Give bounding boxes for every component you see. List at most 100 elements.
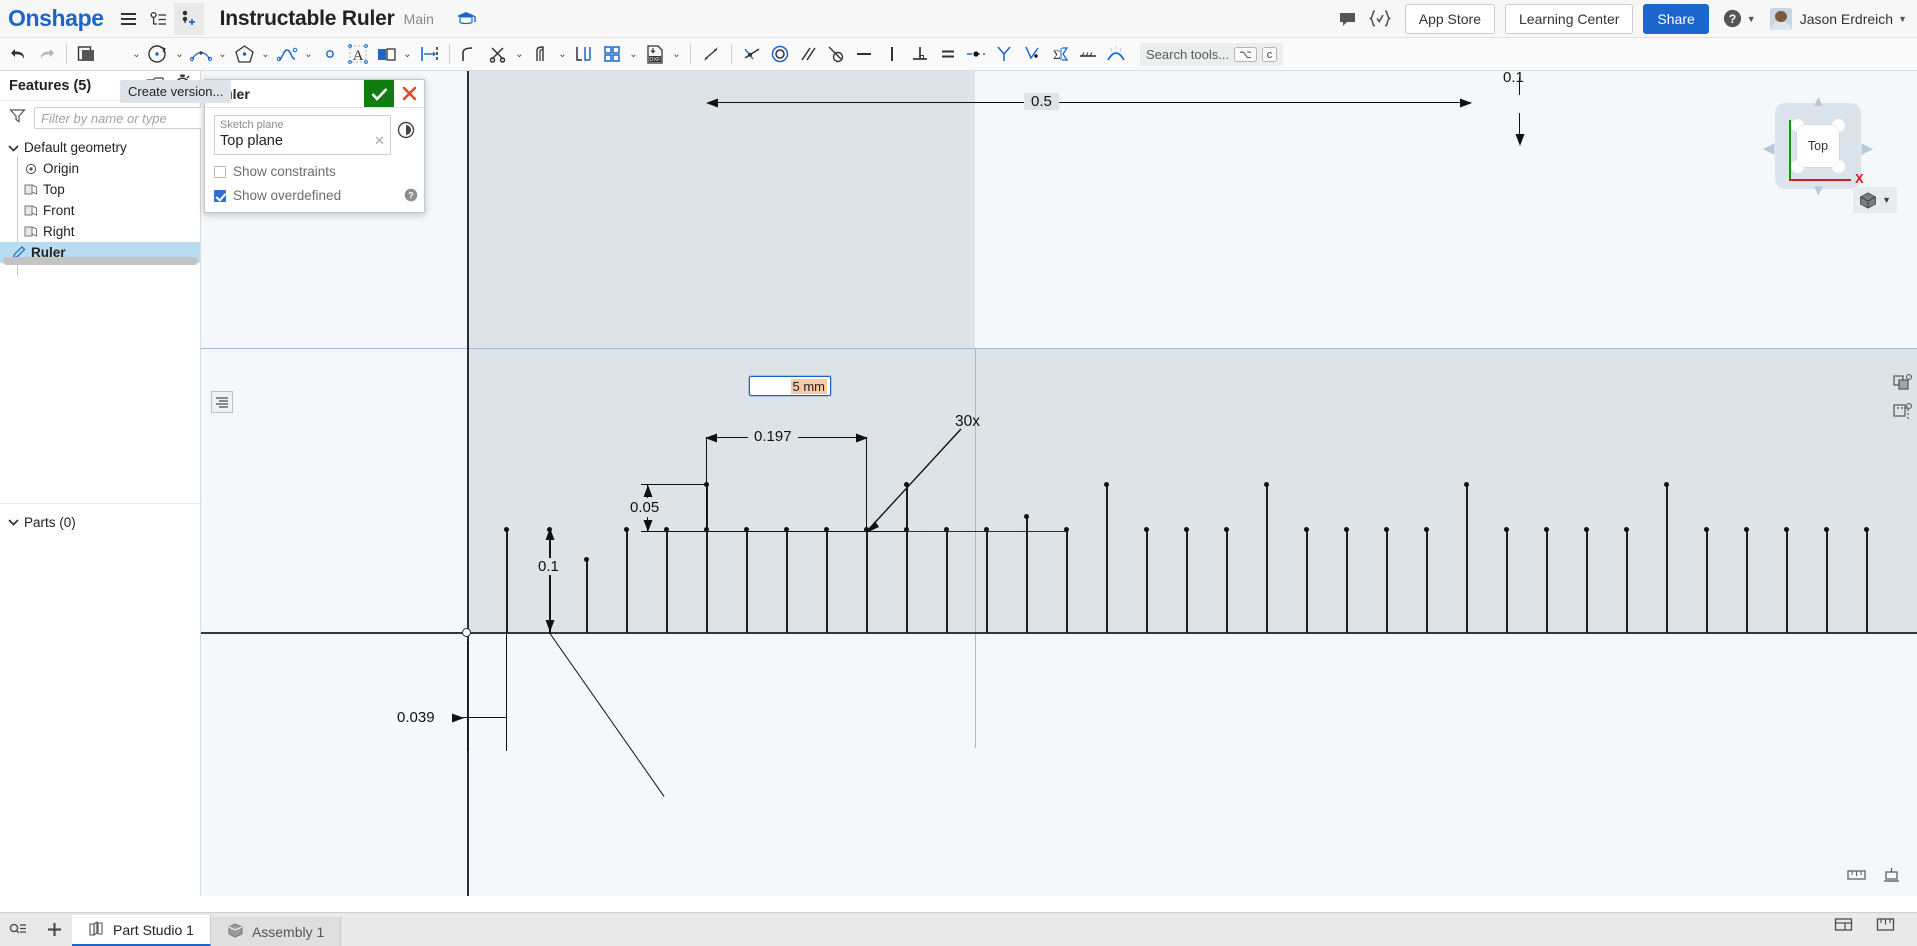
view-rotate-up-arrow[interactable]: ▲	[1811, 93, 1826, 110]
trim-icon[interactable]	[484, 41, 512, 68]
fillet-icon[interactable]	[456, 41, 484, 68]
symmetric-icon[interactable]	[990, 41, 1018, 68]
revolve-icon[interactable]	[144, 41, 172, 68]
hamburger-icon[interactable]	[114, 3, 144, 35]
chevron-down-icon[interactable]: ⌄	[555, 41, 570, 68]
transform-icon[interactable]	[415, 41, 443, 68]
sketch-plane-field[interactable]: Sketch plane Top plane ✕	[214, 115, 391, 155]
chevron-down-icon[interactable]: ⌄	[512, 41, 527, 68]
tab-filter-icon[interactable]	[0, 912, 36, 946]
search-tools-box[interactable]: Search tools... ⌥ c	[1140, 42, 1284, 66]
pattern-count-label[interactable]: 30x	[955, 413, 980, 431]
parallel-icon[interactable]	[794, 41, 822, 68]
normal-icon[interactable]	[1074, 41, 1102, 68]
graduation-cap-icon[interactable]	[456, 11, 477, 27]
search-input[interactable]	[34, 107, 226, 129]
sketch-entities-icon[interactable]	[211, 391, 233, 413]
tree-item-front[interactable]: Front	[0, 200, 200, 221]
redo-icon[interactable]	[32, 41, 60, 68]
chevron-down-icon[interactable]	[6, 518, 20, 526]
perpendicular-icon[interactable]	[906, 41, 934, 68]
clear-x-icon[interactable]: ✕	[374, 133, 385, 149]
dialog-cancel-button[interactable]	[394, 80, 424, 107]
view-cube[interactable]: Top X ◀ ▶ ▲ ▼	[1763, 93, 1873, 199]
show-constraints-checkbox[interactable]: Show constraints	[214, 164, 415, 179]
checkbox-box[interactable]	[214, 189, 226, 202]
dim-0197-label[interactable]: 0.197	[748, 428, 798, 445]
tree-item-origin[interactable]: Origin	[0, 158, 200, 179]
sweep-icon[interactable]	[187, 41, 215, 68]
chevron-down-icon[interactable]: ⌄	[258, 41, 273, 68]
dim-01v-label[interactable]: 0.1	[535, 558, 562, 575]
onshape-logo[interactable]: Onshape	[8, 5, 104, 32]
concentric-icon[interactable]	[766, 41, 794, 68]
dialog-accept-button[interactable]	[364, 80, 394, 107]
sketch-origin-point[interactable]	[462, 628, 471, 637]
sketch-dialog[interactable]: Ruler Sketch plane Top plane ✕ Show cons…	[204, 79, 425, 213]
chevron-down-icon[interactable]: ⌄	[669, 41, 684, 68]
midpoint-icon[interactable]	[962, 41, 990, 68]
point-icon[interactable]	[316, 41, 344, 68]
featurescript-icon[interactable]	[1365, 3, 1395, 35]
chevron-down-icon[interactable]: ⌄	[626, 41, 641, 68]
text-icon[interactable]: A	[344, 41, 372, 68]
dimension-value-input[interactable]: 5 mm	[749, 376, 831, 396]
tangent-icon[interactable]	[822, 41, 850, 68]
tab-part-studio-1[interactable]: Part Studio 1	[72, 915, 211, 946]
clock-history-icon[interactable]	[391, 115, 415, 139]
units-icon[interactable]	[1867, 908, 1903, 942]
chevron-down-icon[interactable]: ⌄	[129, 41, 144, 68]
help-menu[interactable]: ? ▼	[1723, 9, 1756, 28]
app-store-button[interactable]: App Store	[1404, 3, 1495, 34]
dim-01-top-label[interactable]: 0.1	[1503, 71, 1524, 86]
pattern-icon[interactable]	[598, 41, 626, 68]
funnel-icon[interactable]	[9, 108, 26, 128]
tree-item-right[interactable]: Right	[0, 221, 200, 242]
add-tab-icon[interactable]	[36, 912, 72, 946]
mirror-icon[interactable]	[372, 41, 400, 68]
document-tree-icon[interactable]	[144, 3, 174, 35]
horizontal-icon[interactable]	[850, 41, 878, 68]
chevron-down-icon[interactable]: ⌄	[172, 41, 187, 68]
share-button[interactable]: Share	[1643, 3, 1709, 34]
mass-properties-icon[interactable]	[1880, 863, 1903, 886]
dimension-icon[interactable]	[697, 41, 725, 68]
show-overdefined-checkbox[interactable]: Show overdefined	[214, 188, 415, 203]
loft-icon[interactable]	[230, 41, 258, 68]
use-icon[interactable]	[570, 41, 598, 68]
dxf-import-icon[interactable]: DXF	[641, 41, 669, 68]
spline-icon[interactable]	[273, 41, 301, 68]
undo-icon[interactable]	[4, 41, 32, 68]
offset-icon[interactable]	[527, 41, 555, 68]
help-circle-icon[interactable]: ?	[404, 188, 418, 207]
tree-item-default-geometry[interactable]: Default geometry	[0, 137, 200, 158]
comment-icon[interactable]	[1333, 3, 1363, 35]
coincident-icon[interactable]	[738, 41, 766, 68]
tree-item-top[interactable]: Top	[0, 179, 200, 200]
measure-icon[interactable]	[1845, 863, 1868, 886]
comments-panel-icon[interactable]	[1825, 908, 1861, 942]
view-cube-face-top[interactable]: Top	[1797, 125, 1839, 167]
chevron-down-icon[interactable]: ⌄	[215, 41, 230, 68]
curvature-icon[interactable]	[1018, 41, 1046, 68]
instance-icon[interactable]	[1890, 371, 1913, 394]
checkbox-box[interactable]	[214, 165, 226, 178]
section-icon[interactable]	[1890, 400, 1913, 423]
chevron-down-icon[interactable]: ⌄	[400, 41, 415, 68]
tab-assembly-1[interactable]: Assembly 1	[210, 917, 342, 946]
chevron-down-icon[interactable]	[6, 144, 20, 152]
new-sketch-icon[interactable]	[73, 41, 101, 68]
dim-0-5-label[interactable]: 0.5	[1024, 93, 1059, 110]
view-rotate-right-arrow[interactable]: ▶	[1861, 139, 1873, 157]
version-graph-icon[interactable]	[173, 2, 204, 35]
user-menu[interactable]: Jason Erdreich ▼	[1769, 7, 1907, 30]
dim-005-label[interactable]: 0.05	[626, 498, 664, 517]
parts-section[interactable]: Parts (0)	[0, 511, 201, 533]
dim-0039-label[interactable]: 0.039	[397, 709, 435, 726]
tree-scrollbar[interactable]	[3, 257, 198, 265]
learning-center-button[interactable]: Learning Center	[1505, 3, 1634, 34]
display-style-dropdown[interactable]: ▼	[1853, 187, 1897, 213]
construction-icon[interactable]: Σ	[1046, 41, 1074, 68]
vertical-icon[interactable]	[878, 41, 906, 68]
graphics-canvas[interactable]: 0.5 0.1 5 mm 0.197 0.05 0.1 0.039 30x To…	[201, 71, 1917, 896]
